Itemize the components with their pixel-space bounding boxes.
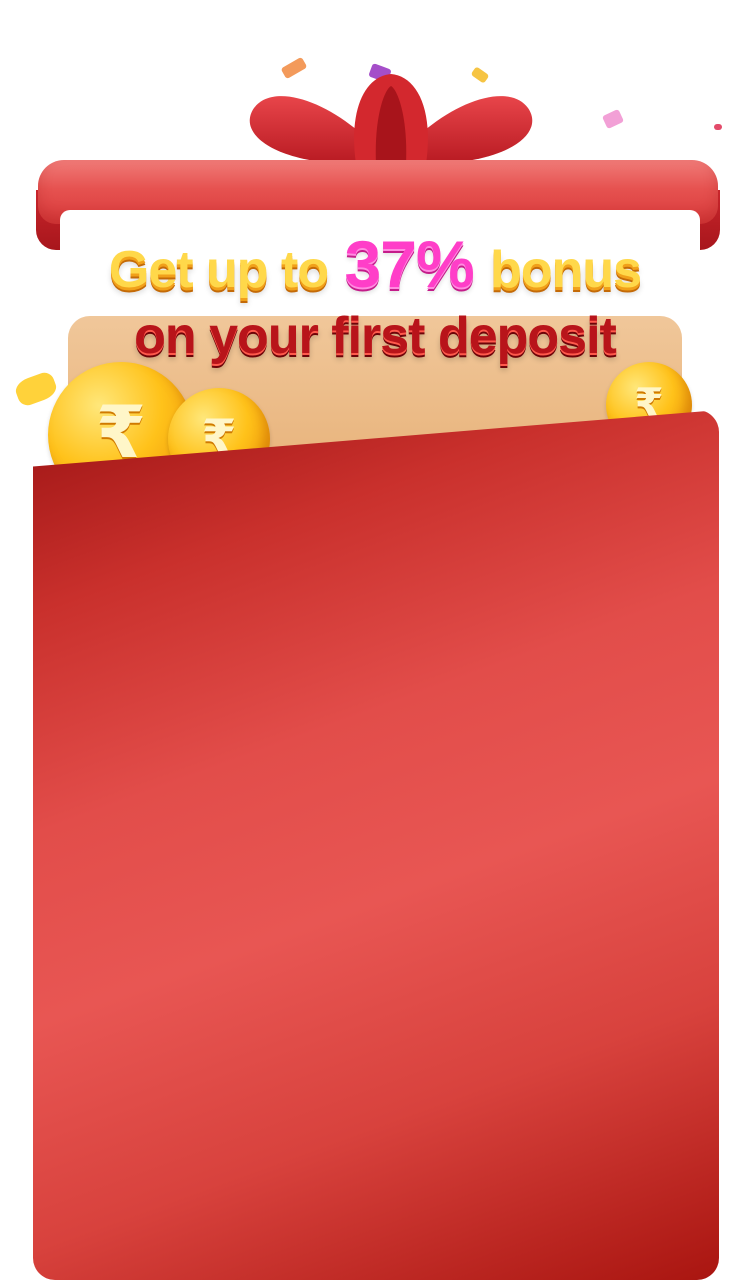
promo-subheadline: on your first deposit xyxy=(134,307,617,365)
gift-card-body xyxy=(33,410,719,1280)
headline-prefix: Get up to xyxy=(108,241,329,299)
confetti-piece xyxy=(12,369,60,409)
headline-suffix: bonus xyxy=(490,241,642,299)
bonus-percent: 37% xyxy=(344,227,475,301)
confetti-piece xyxy=(601,108,625,130)
bonus-promo-screen: Get up to 37% bonus on your first deposi… xyxy=(0,0,750,1281)
confetti-piece xyxy=(714,124,722,130)
promo-headline: Get up to 37% bonus xyxy=(0,226,750,302)
